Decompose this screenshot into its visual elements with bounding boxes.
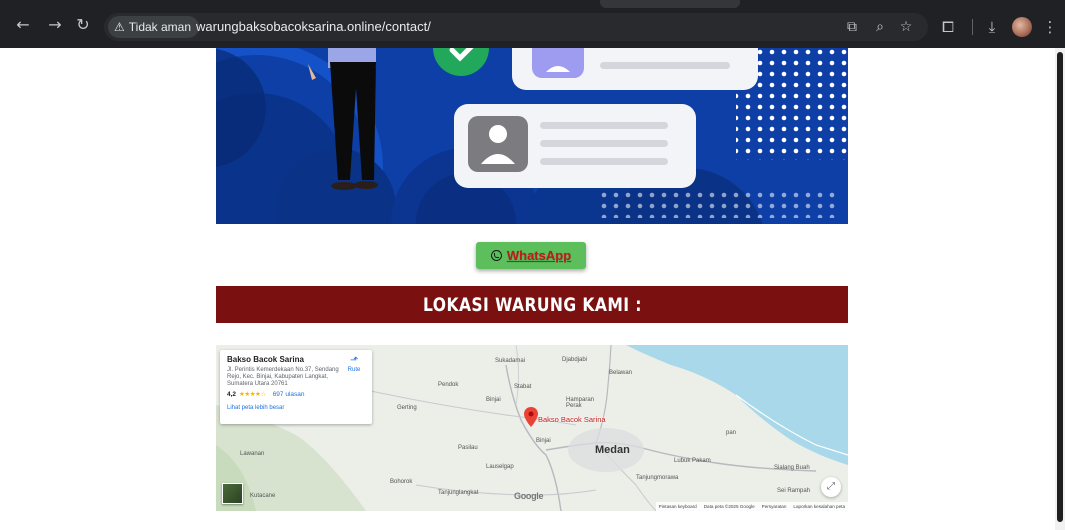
scrollbar-thumb[interactable]: [1057, 52, 1063, 522]
map-place-label: Gerting: [397, 405, 417, 411]
toolbar-divider: [972, 19, 973, 35]
location-section-banner: LOKASI WARUNG KAMI :: [216, 286, 848, 323]
map-place-label: Sialang Buah: [774, 465, 810, 471]
rating-value: 4,2: [227, 390, 237, 398]
fullscreen-icon[interactable]: ⤢: [821, 477, 841, 497]
whatsapp-label: WhatsApp: [506, 248, 572, 263]
map-place-label: Lawanan: [240, 451, 265, 457]
directions-button[interactable]: ⬏ Rute: [344, 355, 364, 374]
extensions-icon[interactable]: ⧠: [938, 17, 958, 37]
satellite-toggle[interactable]: [222, 483, 243, 504]
translate-icon[interactable]: ⧉: [842, 17, 862, 37]
whatsapp-button[interactable]: WhatsApp: [476, 242, 586, 269]
keyboard-shortcuts-link[interactable]: Pintasan keyboard: [659, 504, 697, 509]
map-place-label: Binjai: [536, 438, 551, 444]
map-place-label: Bohorok: [390, 479, 413, 485]
map-place-label: Hamparan Perak: [566, 397, 595, 409]
report-error-link[interactable]: Laporkan kesalahan peta: [793, 504, 845, 509]
rating-stars: ★★★★☆: [239, 391, 266, 398]
whatsapp-icon: [490, 250, 502, 261]
security-chip[interactable]: ⚠ Tidak aman: [108, 16, 200, 38]
map-place-label: Stabat: [514, 384, 532, 390]
embedded-map[interactable]: Sukadamai Djabdjabi Belawan Pendok Staba…: [216, 345, 848, 511]
map-data-text: Data peta ©2025 Google: [703, 504, 755, 509]
map-place-label: Djabdjabi: [562, 357, 588, 363]
map-footer: Pintasan keyboard Data peta ©2025 Google…: [655, 502, 848, 511]
url-text[interactable]: warungbaksobacoksarina.online/contact/: [196, 18, 431, 36]
directions-icon: ⬏: [349, 355, 359, 366]
warning-icon: ⚠: [114, 20, 125, 34]
hero-graphic: [216, 48, 848, 224]
map-place-label: Sukadamai: [495, 358, 526, 364]
marker-label[interactable]: Bakso Bacok Sarina: [538, 415, 606, 424]
menu-icon[interactable]: ⋮: [1040, 17, 1060, 37]
zoom-icon[interactable]: ⌕: [870, 17, 890, 37]
map-place-label: Kutacane: [250, 493, 276, 499]
map-place-label: Binjai: [486, 397, 501, 403]
map-place-label: Pendok: [438, 382, 459, 388]
map-place-label: Pasilau: [458, 445, 478, 451]
map-place-label: Tanjungmorawa: [636, 475, 679, 481]
section-title: LOKASI WARUNG KAMI :: [422, 293, 642, 316]
download-icon[interactable]: ⤓: [982, 17, 1002, 37]
browser-toolbar: ← → ↻ ⚠ Tidak aman warungbaksobacoksarin…: [0, 0, 1065, 48]
map-place-label: Lauselgap: [486, 464, 514, 470]
place-address: Jl. Perintis Kemerdekaan No.37, Sendang …: [227, 367, 339, 387]
directions-label: Rute: [347, 367, 361, 373]
map-place-label: Sei Rampah: [777, 488, 811, 494]
place-info-card: Bakso Bacok Sarina Jl. Perintis Kemerdek…: [220, 350, 372, 424]
map-place-label: pan: [726, 430, 737, 436]
terms-link[interactable]: Persyaratan: [762, 504, 787, 509]
larger-map-link[interactable]: Lihat peta lebih besar: [227, 405, 365, 411]
profile-avatar[interactable]: [1012, 17, 1032, 37]
security-label: Tidak aman: [128, 20, 192, 34]
map-place-label: Belawan: [609, 370, 633, 376]
tab-strip-hint: [600, 0, 740, 8]
map-city-label: Medan: [595, 444, 630, 456]
map-pin-icon[interactable]: [524, 407, 538, 427]
bookmark-star-icon[interactable]: ☆: [896, 17, 916, 37]
forward-icon[interactable]: →: [46, 16, 64, 34]
reload-icon[interactable]: ↻: [74, 16, 92, 34]
google-logo: Google: [514, 491, 544, 501]
back-icon[interactable]: ←: [14, 16, 32, 34]
map-place-label: Lubuk Pakam: [674, 458, 711, 464]
rating-row: 4,2 ★★★★☆ 697 ulasan: [227, 390, 365, 399]
contact-hero-illustration: [216, 48, 848, 224]
map-place-label: Tanjunglangkat: [438, 490, 479, 496]
reviews-link[interactable]: 697 ulasan: [273, 391, 305, 398]
